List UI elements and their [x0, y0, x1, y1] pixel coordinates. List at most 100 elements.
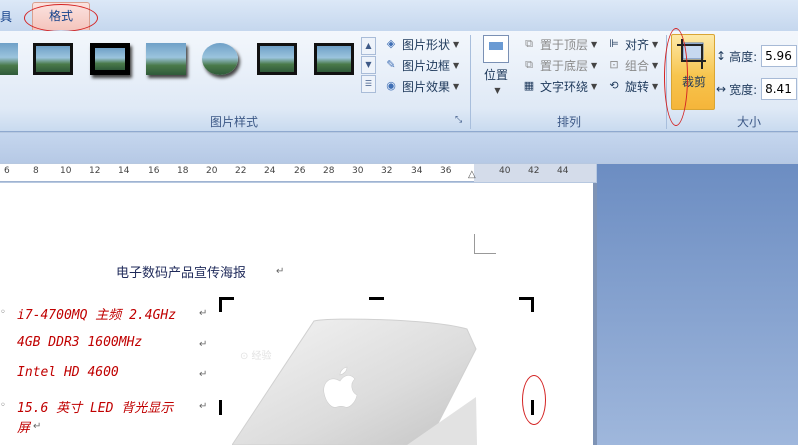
bullet-icon: ◦: [0, 400, 6, 411]
group-button[interactable]: ⊡ 组合 ▼: [606, 55, 658, 75]
laptop-image[interactable]: ⊙ 经验: [232, 317, 477, 445]
paragraph-mark-icon: ↵: [199, 401, 208, 412]
width-row: ↔ 宽度: 8.41: [716, 78, 798, 100]
poster-title: 电子数码产品宣传海报: [116, 266, 247, 281]
text-wrap-icon: ▦: [523, 79, 535, 92]
crop-handle-middle-left[interactable]: [219, 400, 222, 415]
position-icon: [483, 35, 509, 63]
height-label: 高度:: [729, 49, 758, 64]
crop-handle-top-right[interactable]: [519, 297, 534, 312]
width-input[interactable]: 8.41: [761, 78, 798, 100]
picture-style-thumb-7[interactable]: [314, 43, 354, 75]
group-separator: [666, 35, 667, 129]
chevron-down-icon: ▼: [652, 60, 659, 70]
picture-shape-icon: ◈: [386, 37, 396, 50]
rotate-button[interactable]: ⟲ 旋转 ▼: [606, 76, 658, 96]
crop-icon: [677, 39, 706, 69]
text-wrap-button[interactable]: ▦ 文字环绕 ▼: [521, 76, 597, 96]
picture-style-thumb-6[interactable]: [257, 43, 297, 75]
picture-shape-button[interactable]: ◈ 图片形状 ▼: [383, 34, 459, 54]
ruler-tick-label: 42: [528, 166, 540, 176]
image-watermark: ⊙ 经验: [240, 349, 272, 362]
chevron-down-icon: ▼: [453, 81, 460, 91]
picture-style-thumb-4[interactable]: [146, 43, 186, 75]
ruler-tick-label: 10: [60, 166, 72, 176]
chevron-down-icon: ▼: [453, 39, 460, 49]
chevron-down-icon: ▼: [652, 39, 659, 49]
page-shadow: [593, 183, 597, 445]
spec-line: i7-4700MQ 主频 2.4GHz: [17, 308, 177, 323]
group-label-size: 大小: [736, 115, 761, 129]
bring-front-icon: ⧉: [525, 37, 533, 50]
width-label: 宽度:: [729, 82, 758, 97]
paragraph-mark-icon: ↵: [199, 339, 208, 350]
spec-line: 4GB DDR3 1600MHz: [17, 335, 143, 350]
paragraph-mark-icon: ↵: [199, 369, 208, 380]
bring-to-front-button[interactable]: ⧉ 置于顶层 ▼: [521, 34, 597, 54]
height-icon: ↕: [716, 49, 727, 63]
picture-border-button[interactable]: ✎ 图片边框 ▼: [383, 55, 459, 75]
gallery-more-icon[interactable]: ☰: [361, 75, 376, 93]
ruler-tick-label: 14: [118, 166, 130, 176]
picture-effects-button[interactable]: ◉ 图片效果 ▼: [383, 76, 459, 96]
spec-line: 15.6 英寸 LED 背光显示: [17, 401, 174, 416]
ruler-tick-label: 24: [264, 166, 276, 176]
crop-handle-top-left[interactable]: [219, 297, 234, 312]
picture-style-thumb-2[interactable]: [33, 43, 73, 75]
ruler-tick-label: 32: [381, 166, 393, 176]
group-icon: ⊡: [609, 58, 619, 71]
ruler-tick-label: 26: [294, 166, 306, 176]
ruler-indent-marker-icon[interactable]: △: [468, 169, 476, 180]
ruler-tick-label: 8: [33, 166, 39, 176]
ruler-tick-label: 16: [148, 166, 160, 176]
crop-handle-top-center[interactable]: [369, 297, 384, 300]
gallery-scroll: ▲ ▼ ☰: [361, 37, 376, 95]
ruler-tick-label: 36: [440, 166, 452, 176]
chevron-down-icon: ▼: [652, 81, 659, 91]
crop-handle-middle-right[interactable]: [531, 400, 534, 415]
ribbon-lower-strip: [0, 133, 798, 163]
margin-corner-mark: [474, 234, 496, 254]
crop-label: 裁剪: [681, 75, 706, 89]
group-label-arrange: 排列: [556, 115, 581, 129]
chevron-down-icon: ▼: [453, 60, 460, 70]
spec-line: Intel HD 4600: [17, 365, 119, 380]
gallery-up-icon[interactable]: ▲: [361, 37, 376, 55]
group-label-picture-styles: 图片样式: [209, 115, 258, 129]
ruler-tick-label: 18: [177, 166, 189, 176]
picture-style-thumb-3[interactable]: [90, 43, 130, 75]
ruler-tick-label: 22: [235, 166, 247, 176]
ruler-tick-label: 28: [323, 166, 335, 176]
document-page[interactable]: 电子数码产品宣传海报 ↵ ◦ i7-4700MQ 主频 2.4GHz ↵ 4GB…: [0, 183, 593, 445]
chevron-down-icon: ▼: [494, 86, 501, 95]
position-button[interactable]: 位置 ▼: [480, 35, 512, 95]
bullet-icon: ◦: [0, 307, 6, 318]
send-to-back-button[interactable]: ⧉ 置于底层 ▼: [521, 55, 597, 75]
gallery-down-icon[interactable]: ▼: [361, 56, 376, 74]
paragraph-mark-icon: ↵: [199, 308, 208, 319]
dialog-launcher-icon[interactable]: ⤡: [455, 115, 462, 125]
picture-style-thumb-1[interactable]: [0, 43, 18, 75]
spec-line: 屏: [17, 421, 31, 436]
rotate-icon: ⟲: [609, 79, 619, 92]
picture-effects-icon: ◉: [386, 79, 396, 92]
tab-format[interactable]: 格式: [32, 2, 90, 30]
ruler-tick-label: 12: [89, 166, 101, 176]
picture-style-thumb-5[interactable]: [202, 43, 238, 75]
align-button[interactable]: ⊫ 对齐 ▼: [606, 34, 658, 54]
ruler-tick-label: 34: [411, 166, 423, 176]
height-row: ↕ 高度: 5.96: [716, 45, 798, 67]
chevron-down-icon: ▼: [591, 60, 598, 70]
group-separator: [470, 35, 471, 129]
send-back-icon: ⧉: [525, 58, 533, 71]
align-icon: ⊫: [609, 37, 619, 50]
paragraph-mark-icon: ↵: [276, 266, 285, 277]
chevron-down-icon: ▼: [591, 39, 598, 49]
height-input[interactable]: 5.96: [761, 45, 798, 67]
horizontal-ruler[interactable]: 6 8 10 12 14 16 18 20 22 24 26 28 30 32 …: [0, 164, 596, 182]
paragraph-mark-icon: ↵: [33, 421, 42, 432]
ruler-tick-label: 20: [206, 166, 218, 176]
ruler-tick-label: 44: [557, 166, 569, 176]
crop-button[interactable]: 裁剪: [671, 34, 715, 110]
tab-picture-tools-partial[interactable]: 具: [0, 8, 12, 25]
